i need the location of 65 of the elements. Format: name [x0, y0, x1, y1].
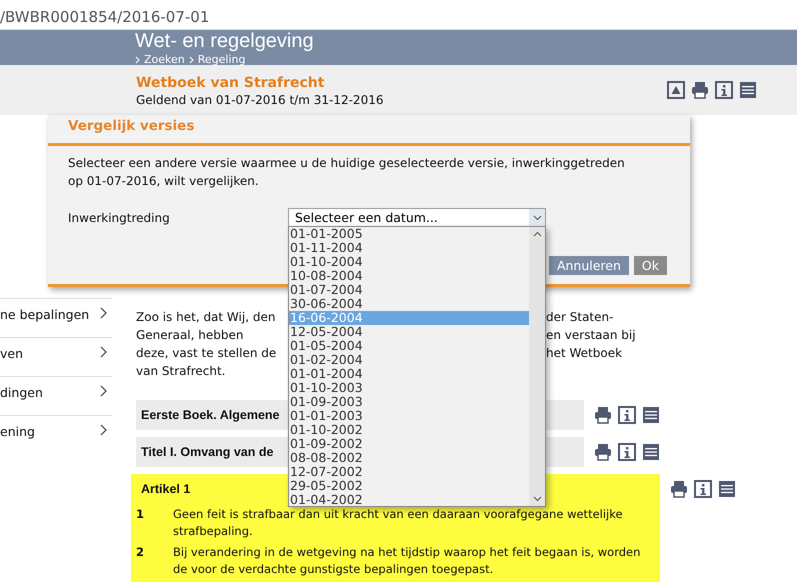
print-icon[interactable] — [670, 480, 688, 498]
date-option[interactable]: 12-07-2002 — [289, 465, 529, 479]
breadcrumb-chevron-icon — [188, 56, 194, 64]
date-option[interactable]: 01-04-2002 — [289, 493, 529, 507]
chevron-right-icon — [100, 307, 108, 319]
date-option[interactable]: 01-10-2002 — [289, 423, 529, 437]
scroll-up-icon[interactable] — [532, 231, 542, 237]
preamble-text: het Wetboek — [546, 345, 622, 362]
date-option[interactable]: 01-09-2003 — [289, 395, 529, 409]
print-icon[interactable] — [594, 406, 612, 424]
date-option[interactable]: 10-08-2004 — [289, 269, 529, 283]
date-option[interactable]: 12-05-2004 — [289, 325, 529, 339]
date-option[interactable]: 30-06-2004 — [289, 297, 529, 311]
menu-icon[interactable] — [642, 443, 660, 461]
dialog-title: Vergelijk versies — [68, 118, 194, 134]
article-title: Artikel 1 — [141, 482, 190, 496]
date-option[interactable]: 01-11-2004 — [289, 241, 529, 255]
paragraph-text: Bij verandering in de wetgeving na het tijdstip waarop het feit begaan is, worden de voor de verdachte gunstigste bepalingen toegepast. — [173, 544, 642, 578]
sidebar-item[interactable]: ening — [0, 424, 35, 454]
date-option[interactable]: 01-07-2004 — [289, 283, 529, 297]
date-option[interactable]: 01-01-2005 — [289, 227, 529, 241]
preamble-text: en verstaan bij — [546, 327, 636, 344]
preamble-text: van Strafrecht. — [136, 363, 226, 380]
paragraph-number: 2 — [136, 544, 146, 561]
chevron-right-icon — [100, 346, 108, 358]
field-label: Inwerkingtreding — [68, 211, 171, 225]
date-option[interactable]: 01-10-2004 — [289, 255, 529, 269]
sidebar-item[interactable]: dingen — [0, 385, 43, 415]
date-option[interactable]: 01-05-2004 — [289, 339, 529, 353]
date-option[interactable]: 01-01-2004 — [289, 367, 529, 381]
date-select[interactable]: Selecteer een datum... — [288, 208, 546, 228]
paragraph-number: 1 — [136, 506, 146, 523]
print-icon[interactable] — [594, 443, 612, 461]
sidebar-item[interactable]: ne bepalingen — [0, 307, 90, 337]
dialog-message: Selecteer een andere versie waarmee u de huidige geselecteerde versie, inwerkinggetreden op 01-07-2016, wilt vergelijken. — [68, 155, 626, 190]
site-title: Wet- en regelgeving — [135, 30, 315, 51]
preamble-text: der Staten- — [546, 309, 614, 326]
chevron-right-icon — [100, 424, 108, 436]
chevron-down-icon — [532, 215, 542, 221]
chevron-right-icon — [100, 385, 108, 397]
preamble-text: Generaal, hebben — [136, 327, 244, 344]
date-option[interactable]: 01-01-2003 — [289, 409, 529, 423]
info-icon[interactable] — [618, 406, 636, 424]
validity-text: Geldend van 01-07-2016 t/m 31-12-2016 — [136, 93, 384, 107]
address-url[interactable]: /BWBR0001854/2016-07-01 — [0, 8, 210, 26]
scroll-down-icon[interactable] — [532, 496, 542, 502]
collapse-up-icon[interactable] — [667, 81, 685, 99]
date-option[interactable]: 29-05-2002 — [289, 479, 529, 493]
sidebar-item[interactable]: ven — [0, 346, 24, 376]
date-option[interactable]: 01-02-2004 — [289, 353, 529, 367]
info-icon[interactable] — [694, 480, 712, 498]
date-option[interactable]: 01-10-2003 — [289, 381, 529, 395]
menu-icon[interactable] — [642, 406, 660, 424]
document-title: Wetboek van Strafrecht — [136, 75, 326, 91]
preamble-text: deze, vast te stellen de — [136, 345, 276, 362]
info-icon[interactable] — [715, 81, 733, 99]
preamble-text: Zoo is het, dat Wij, den — [136, 309, 276, 326]
date-option[interactable]: 08-08-2002 — [289, 451, 529, 465]
info-icon[interactable] — [618, 443, 636, 461]
paragraph-text: Geen feit is strafbaar dan uit kracht van een daaraan voorafgegane wettelijke strafbepaling. — [173, 506, 624, 540]
menu-icon[interactable] — [739, 81, 757, 99]
menu-icon[interactable] — [718, 480, 736, 498]
print-icon[interactable] — [691, 81, 709, 99]
breadcrumb-chevron-icon — [135, 56, 140, 64]
date-option[interactable]: 01-09-2002 — [289, 437, 529, 451]
